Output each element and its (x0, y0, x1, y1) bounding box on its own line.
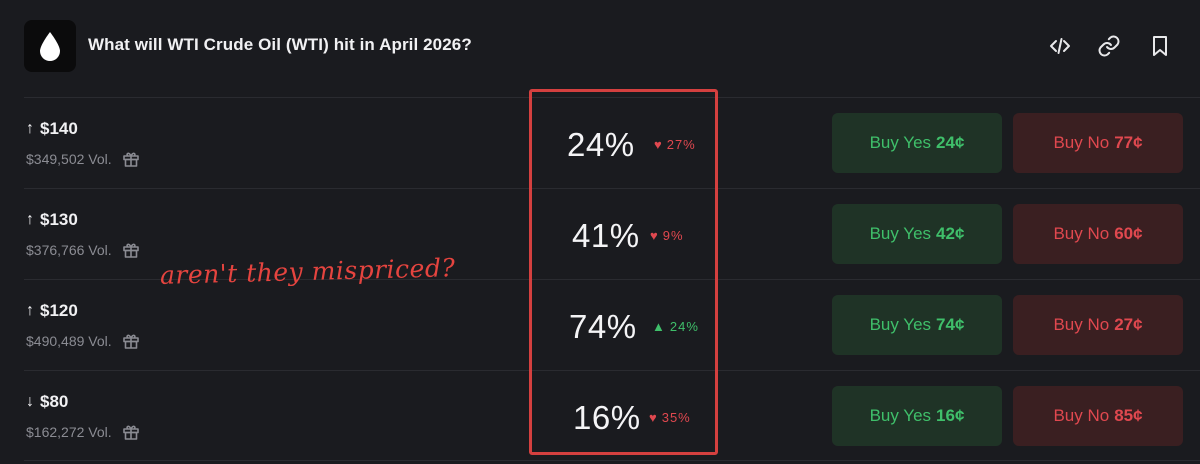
embed-code-icon[interactable] (1048, 34, 1072, 58)
volume-label: $490,489 Vol. (26, 333, 112, 349)
arrow-down-icon: ↓ (26, 393, 34, 410)
change-value: 27% (666, 137, 696, 152)
gift-icon[interactable] (122, 423, 140, 441)
volume-label: $376,766 Vol. (26, 242, 112, 258)
buy-no-price: 85¢ (1114, 406, 1143, 425)
buy-yes-button[interactable]: Buy Yes 16¢ (832, 386, 1002, 446)
link-icon[interactable] (1097, 34, 1121, 58)
arrow-up-icon: ↑ (26, 120, 34, 137)
volume-label: $162,272 Vol. (26, 424, 112, 440)
change-value: 9% (662, 228, 684, 243)
probability-value: 74% (569, 308, 637, 345)
arrow-up-icon: ↑ (26, 302, 34, 319)
buy-yes-price: 74¢ (936, 315, 965, 334)
buy-no-label: Buy No (1053, 406, 1110, 425)
outcome-threshold: ↑ $130 (26, 210, 78, 230)
probability-change: ♥ 9% (650, 228, 684, 243)
outcome-threshold: ↑ $120 (26, 301, 78, 321)
buy-no-button[interactable]: Buy No 77¢ (1013, 113, 1183, 173)
outcome-volume: $490,489 Vol. (26, 332, 140, 350)
buy-no-price: 60¢ (1114, 224, 1143, 243)
threshold-label: $130 (40, 210, 78, 229)
market-header: What will WTI Crude Oil (WTI) hit in Apr… (0, 0, 1200, 92)
change-value: 24% (669, 319, 699, 334)
gift-icon[interactable] (122, 332, 140, 350)
outcome-volume: $376,766 Vol. (26, 241, 140, 259)
row-divider (24, 460, 1200, 461)
market-card: What will WTI Crude Oil (WTI) hit in Apr… (0, 0, 1200, 464)
buy-yes-label: Buy Yes (869, 133, 932, 152)
buy-no-button[interactable]: Buy No 85¢ (1013, 386, 1183, 446)
buy-yes-label: Buy Yes (869, 315, 932, 334)
change-up-icon: ▲ (652, 319, 666, 334)
gift-icon[interactable] (122, 150, 140, 168)
gift-icon[interactable] (122, 241, 140, 259)
probability-change: ♥ 35% (649, 410, 691, 425)
probability-change: ▲ 24% (652, 319, 699, 334)
probability-value: 24% (567, 126, 635, 163)
buy-no-button[interactable]: Buy No 60¢ (1013, 204, 1183, 264)
outcome-row[interactable]: ↑ $120 $490,489 Vol. 74% ▲ 24% Buy Yes 7… (0, 279, 1200, 370)
probability-value: 41% (572, 217, 640, 254)
buy-yes-button[interactable]: Buy Yes 74¢ (832, 295, 1002, 355)
change-down-icon: ♥ (650, 228, 659, 243)
bookmark-icon[interactable] (1148, 34, 1172, 58)
probability-value: 16% (573, 399, 641, 436)
change-down-icon: ♥ (654, 137, 663, 152)
change-down-icon: ♥ (649, 410, 658, 425)
buy-yes-button[interactable]: Buy Yes 42¢ (832, 204, 1002, 264)
buy-yes-price: 24¢ (936, 133, 965, 152)
buy-no-price: 77¢ (1114, 133, 1143, 152)
outcome-volume: $349,502 Vol. (26, 150, 140, 168)
threshold-label: $120 (40, 301, 78, 320)
buy-no-label: Buy No (1053, 133, 1110, 152)
volume-label: $349,502 Vol. (26, 151, 112, 167)
buy-no-price: 27¢ (1114, 315, 1143, 334)
outcome-row[interactable]: ↑ $140 $349,502 Vol. 24% ♥ 27% Buy Yes 2… (0, 97, 1200, 188)
buy-no-button[interactable]: Buy No 27¢ (1013, 295, 1183, 355)
outcome-threshold: ↑ $140 (26, 119, 78, 139)
buy-yes-label: Buy Yes (869, 406, 932, 425)
outcome-volume: $162,272 Vol. (26, 423, 140, 441)
outcome-row[interactable]: ↓ $80 $162,272 Vol. 16% ♥ 35% Buy Yes 16… (0, 370, 1200, 461)
outcome-threshold: ↓ $80 (26, 392, 68, 412)
page-title: What will WTI Crude Oil (WTI) hit in Apr… (88, 35, 472, 54)
probability-change: ♥ 27% (654, 137, 696, 152)
buy-yes-price: 42¢ (936, 224, 965, 243)
buy-yes-label: Buy Yes (869, 224, 932, 243)
buy-yes-price: 16¢ (936, 406, 965, 425)
arrow-up-icon: ↑ (26, 211, 34, 228)
change-value: 35% (661, 410, 691, 425)
buy-yes-button[interactable]: Buy Yes 24¢ (832, 113, 1002, 173)
threshold-label: $80 (40, 392, 69, 411)
buy-no-label: Buy No (1053, 224, 1110, 243)
oil-drop-icon (24, 20, 76, 72)
threshold-label: $140 (40, 119, 78, 138)
buy-no-label: Buy No (1053, 315, 1110, 334)
